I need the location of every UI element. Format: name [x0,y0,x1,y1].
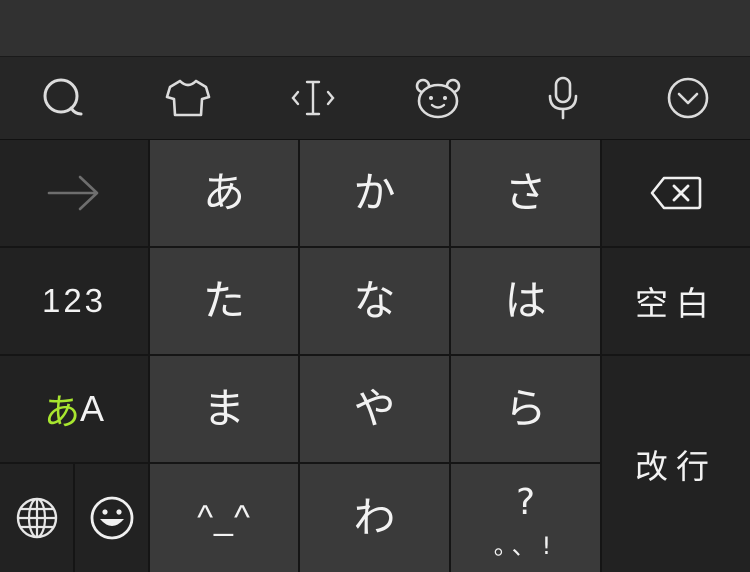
theme-button[interactable] [125,57,250,139]
delete-key[interactable] [602,140,750,246]
enter-key[interactable]: 改行 [602,356,750,572]
enter-key-label: 改行 [635,447,717,486]
voice-input-button[interactable] [500,57,625,139]
globe-key[interactable] [0,464,73,572]
theme-shirt-icon [165,79,210,117]
kana-key-ka[interactable]: か [300,140,449,246]
punctuation-key-content: ? 。、! [451,464,600,572]
kana-key-ra[interactable]: ら [451,356,600,462]
kana-key-ka-label: か [353,168,396,217]
keyboard-screen: 123 あA あ か さ た な は ま や ら ^_^ わ ? 。、! 空白 … [0,0,750,572]
kana-key-ha-label: は [504,276,547,325]
collapse-keyboard-icon [667,77,708,119]
numbers-key-label: 123 [41,282,107,319]
arrow-right-icon [47,175,99,211]
keyboard-toolbar [0,57,750,140]
emoji-bear-icon [415,78,460,119]
mode-kana-label: あ [43,392,80,433]
kana-key-ma[interactable]: ま [150,356,298,462]
input-mode-key[interactable]: あA [0,356,148,462]
kana-key-sa-label: さ [504,168,547,217]
kaomoji-key-label: ^_^ [197,498,251,537]
emoji-button[interactable] [375,57,500,139]
microphone-icon [548,76,577,120]
kana-key-ha[interactable]: は [451,248,600,354]
kana-key-a[interactable]: あ [150,140,298,246]
space-key[interactable]: 空白 [602,248,750,354]
globe-icon [16,497,57,539]
space-key-label: 空白 [635,284,717,323]
kana-key-na[interactable]: な [300,248,449,354]
kana-key-ta[interactable]: た [150,248,298,354]
kana-key-ya-label: や [353,384,396,433]
smiley-icon [90,496,133,540]
kana-key-ta-label: た [202,276,245,325]
keyboard-keys: 123 あA あ か さ た な は ま や ら ^_^ わ ? 。、! 空白 … [0,140,750,572]
kana-key-sa[interactable]: さ [451,140,600,246]
kana-key-ra-label: ら [504,384,547,433]
punctuation-question-label: ? [515,482,536,523]
kaomoji-key[interactable]: ^_^ [150,464,298,572]
kana-key-na-label: な [353,276,396,325]
numbers-key[interactable]: 123 [0,248,148,354]
search-icon [43,78,82,116]
forward-key[interactable] [0,140,148,246]
kana-key-wa[interactable]: わ [300,464,449,572]
backspace-icon [650,176,702,210]
hide-keyboard-button[interactable] [625,57,750,139]
punctuation-key[interactable]: ? 。、! [451,464,600,572]
cursor-move-icon [290,80,335,116]
search-button[interactable] [0,57,125,139]
kana-key-ya[interactable]: や [300,356,449,462]
punctuation-marks-label: 。、! [493,532,558,560]
cursor-button[interactable] [250,57,375,139]
kana-key-ma-label: ま [202,384,245,433]
top-bar [0,0,750,57]
kana-key-a-label: あ [202,168,245,217]
emoji-key[interactable] [75,464,148,572]
mode-latin-label: A [80,388,105,429]
kana-key-wa-label: わ [353,493,396,542]
